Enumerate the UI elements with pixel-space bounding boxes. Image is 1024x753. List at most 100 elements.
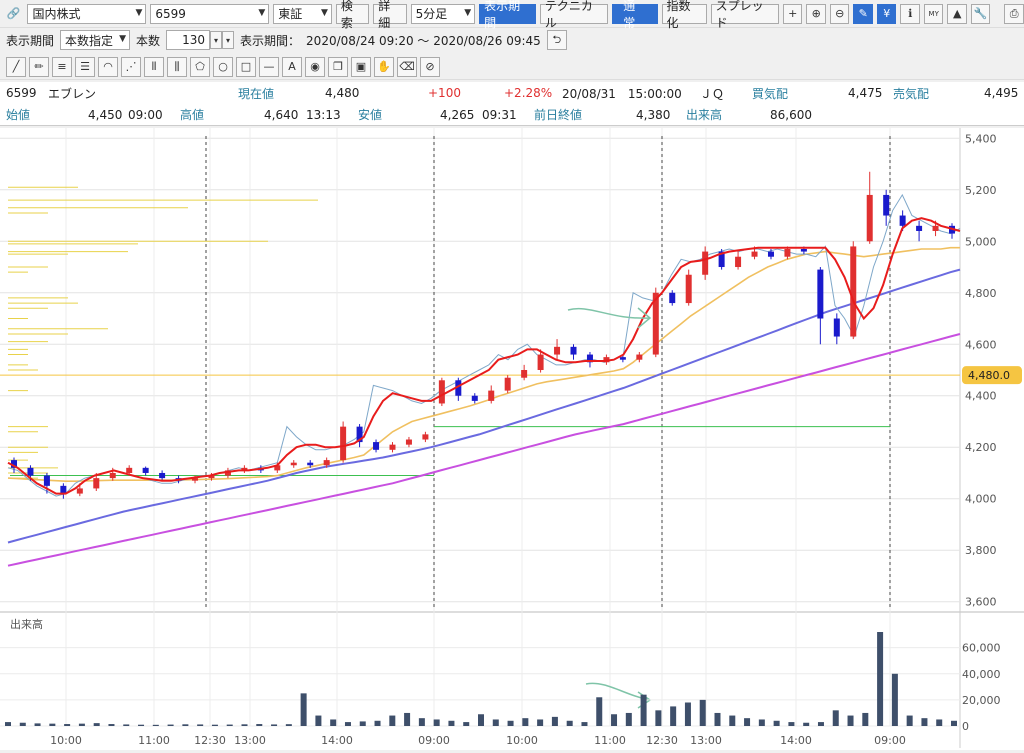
volume-bar [891,673,898,726]
fibonacci-icon[interactable]: ⫼ [167,56,187,77]
volume-bar [684,702,691,726]
volume-bar [226,724,233,726]
x-tick-label: 14:00 [321,734,353,747]
candle-body [669,292,676,304]
candle-body [784,249,791,257]
fan-icon[interactable]: ◠ [98,56,118,77]
candle-body [800,249,807,252]
search-button[interactable]: 検索 [335,0,370,30]
text-icon[interactable]: A [282,56,302,77]
horizontal-line-icon[interactable]: — [259,56,279,77]
hand-icon[interactable]: ✋ [374,56,394,77]
chevron-down-icon: ▼ [258,7,266,18]
detail-button[interactable]: 詳細 [373,0,407,30]
volume-bar [167,724,174,726]
period-mode-select[interactable]: 本数指定 ▼ [60,30,131,50]
parallel-lines-icon[interactable]: ≡ [52,56,72,77]
volume-bar [5,722,11,726]
copy-icon[interactable]: ❐ [328,56,348,77]
trendline-icon[interactable]: ╱ [6,56,26,77]
interval-select[interactable]: 5分足 ▼ [410,3,476,24]
gann-fan-icon[interactable]: ⋰ [121,56,141,77]
candle-body [685,274,692,304]
prev-close-label: 前日終値 [534,108,583,122]
volume-bar [522,718,529,726]
volume-bar [507,720,514,726]
high-time: 13:13 [306,107,341,122]
count-spinner[interactable]: ▾ [210,31,223,49]
candle-body [142,467,149,473]
count-spinner-2[interactable]: ▾ [222,31,235,49]
volume-bar [581,722,588,726]
eraser-icon[interactable]: ⌫ [397,56,417,77]
quote-code: 6599 [6,86,37,100]
change-value: +100 [428,86,461,100]
candle-body [126,467,133,473]
rectangle-icon[interactable]: □ [236,56,256,77]
price-chart[interactable]: 5,400 5,200 5,000 4,800 4,600 4,400 4,200 4,000… [0,128,1024,750]
vertical-lines-icon[interactable]: ⦀ [144,56,164,77]
candle-body [60,485,67,494]
yen-icon[interactable]: ¥ [876,3,897,24]
chart-area[interactable]: 5,400 5,200 5,000 4,800 4,600 4,400 4,200 4,000… [0,128,1024,750]
volume-bar [478,714,484,726]
drawing-toolbar: ╱ ✏ ≡ ☰ ◠ ⋰ ⦀ ⫼ ⬠ ○ □ — A ◉ ❐ ▣ ✋ ⌫ ⊘ [0,54,1024,80]
x-tick-label: 11:00 [594,734,626,747]
volume-bar [877,632,884,726]
volume-bar [788,722,795,726]
volume-bar [211,724,218,726]
volume-bar [744,718,751,726]
chevron-down-icon: ▼ [321,7,328,18]
zoom-out-icon[interactable]: ⊖ [829,3,850,24]
code-select[interactable]: 6599 ▼ [150,3,270,24]
candle-body [43,475,50,486]
volume-bar [758,719,765,726]
annotation-arrow [567,307,652,329]
volume-bar [921,718,928,726]
ma-longer-line [7,333,961,567]
volume-bar [285,724,292,726]
index-button[interactable]: 指数化 [661,0,707,30]
marker-icon[interactable]: ✏ [29,56,49,77]
volume-bar [773,720,780,726]
normal-button[interactable]: 通常 [612,0,658,30]
technical-button[interactable]: テクニカル [539,0,609,30]
volume-bar [359,721,366,726]
y-tick-label: 0 [962,720,969,733]
pen-icon[interactable]: ✎ [853,3,873,24]
y-tick-label: 4,600 [965,338,997,351]
display-period-button[interactable]: 表示期間 [479,0,536,30]
market-select[interactable]: 国内株式 ▼ [27,3,147,24]
candle-body [521,370,528,378]
link-icon[interactable]: 🔗 [4,4,23,24]
icon-tool-icon[interactable]: ◉ [305,56,325,77]
pentagon-icon[interactable]: ⬠ [190,56,210,77]
wrench-icon[interactable]: 🔧 [970,3,991,24]
x-tick-label: 14:00 [780,734,812,747]
candle-body [817,269,824,319]
spread-button[interactable]: スプレッド [710,0,779,30]
zoom-in-icon[interactable]: ⊕ [806,3,826,24]
reset-icon[interactable]: ⮌ [546,30,567,50]
candle-body [735,256,742,268]
change-pct: +2.28% [504,86,553,100]
volume-bar [49,723,56,726]
current-value: 4,480 [325,86,360,100]
volume-bar [862,712,869,726]
circle-icon[interactable]: ○ [213,56,233,77]
print-icon[interactable]: ⎙ [1004,3,1024,24]
my-chart-icon[interactable]: MY [923,3,944,24]
y-tick-label: 4,200 [965,441,997,454]
exchange-select[interactable]: 東証 ▼ [273,3,332,24]
count-label: 本数 [136,33,161,48]
open-time: 09:00 [128,107,163,122]
erase-all-icon[interactable]: ⊘ [420,56,440,77]
info-icon[interactable]: ℹ [900,3,920,24]
area-chart-icon[interactable]: ▲ [947,3,967,24]
candle-body [916,225,923,231]
channel-icon[interactable]: ☰ [75,56,95,77]
count-input[interactable]: 130 [166,30,211,50]
paste-icon[interactable]: ▣ [351,56,371,77]
crosshair-icon[interactable]: + [782,3,803,24]
x-tick-label: 09:00 [418,734,450,747]
